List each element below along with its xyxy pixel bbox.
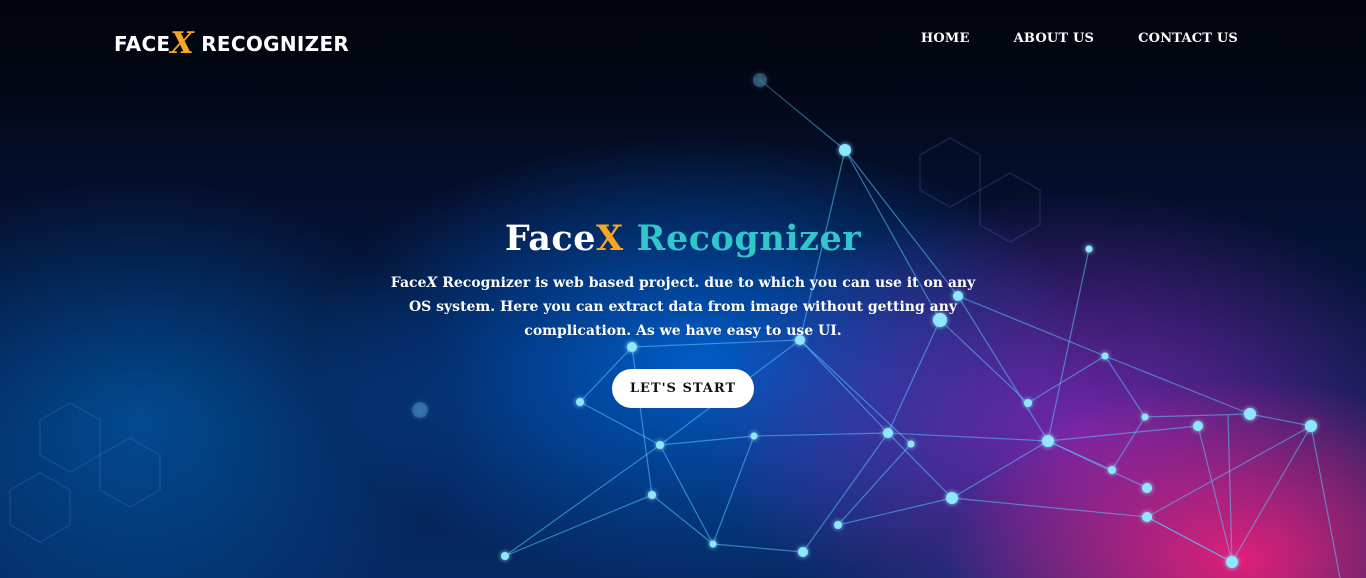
brand-x: X xyxy=(170,26,194,61)
nav-contact-us[interactable]: CONTACT US xyxy=(1138,31,1238,46)
hero-desc-rest: Recognizer is web based project. due to … xyxy=(408,275,976,339)
hero-title: FaceX Recognizer xyxy=(383,218,983,259)
header-shade xyxy=(0,0,1366,140)
hero-title-face: Face xyxy=(504,218,597,259)
brand-face: FACE xyxy=(114,32,171,56)
lets-start-button[interactable]: LET'S START xyxy=(611,369,755,408)
hero-title-x: X xyxy=(596,218,624,259)
hero-description: FaceX Recognizer is web based project. d… xyxy=(388,271,978,343)
nav-home[interactable]: HOME xyxy=(921,31,970,46)
hero-section: FaceX Recognizer FaceX Recognizer is web… xyxy=(383,218,983,408)
brand-rest: RECOGNIZER xyxy=(201,32,350,56)
brand-logo[interactable]: FACEX RECOGNIZER xyxy=(114,24,350,61)
hero-desc-face: Face xyxy=(390,275,427,291)
main-nav: HOME ABOUT US CONTACT US xyxy=(921,31,1238,46)
nav-about-us[interactable]: ABOUT US xyxy=(1014,31,1095,46)
hero-title-rest: Recognizer xyxy=(623,218,862,259)
hero-desc-x: X xyxy=(426,275,438,291)
